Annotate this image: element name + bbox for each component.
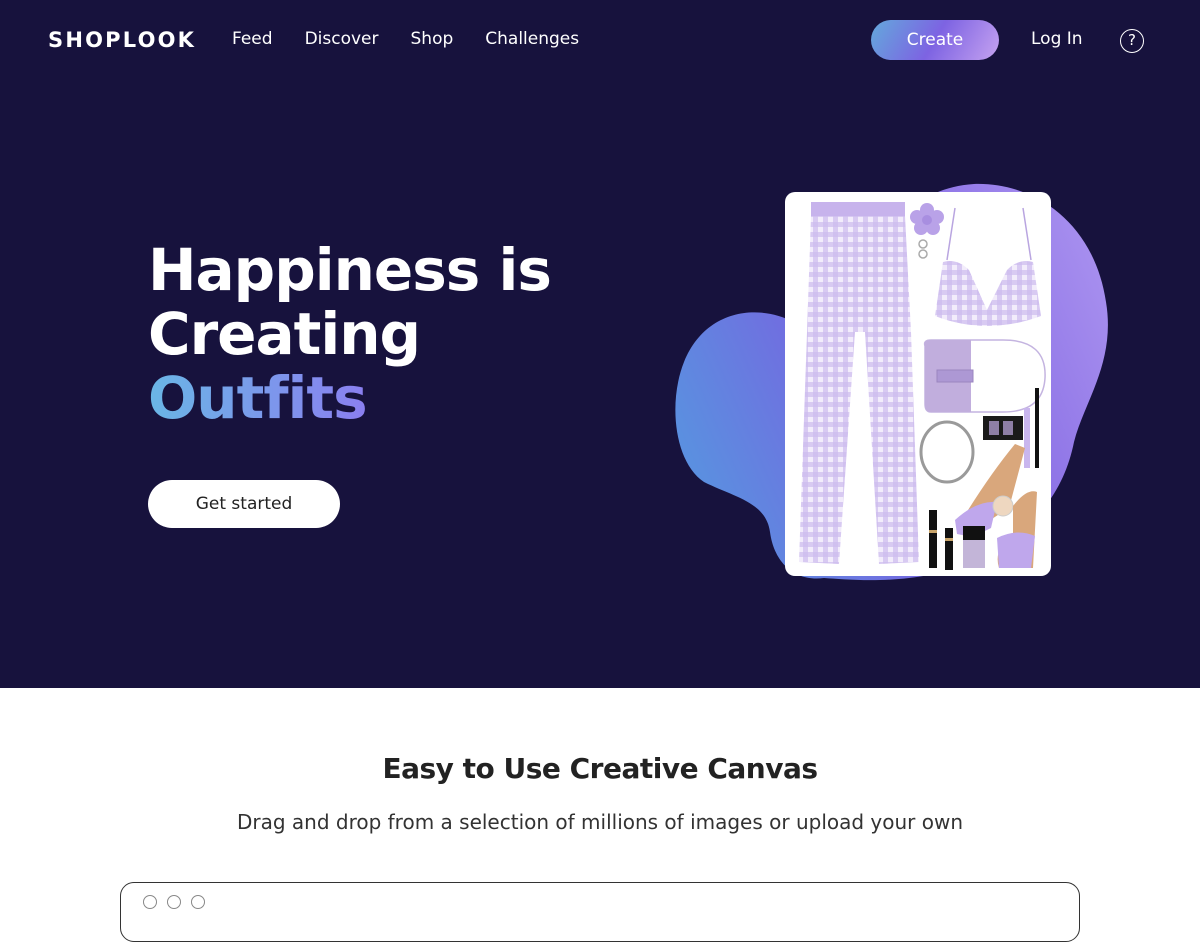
headline-accent: Outfits [148,366,551,430]
nav-link-shop[interactable]: Shop [411,29,454,49]
window-controls [143,895,205,909]
outfit-collage-image[interactable] [785,192,1051,576]
get-started-button[interactable]: Get started [148,480,340,528]
login-link[interactable]: Log In [1031,29,1083,49]
headline-line-1: Happiness is [148,236,552,304]
accessories-makeup-heels-image [919,388,1039,570]
nav-link-feed[interactable]: Feed [232,29,273,49]
create-button[interactable]: Create [871,20,999,60]
window-dot-icon [167,895,181,909]
headline-line-2: Creating [148,300,421,368]
hero-headline: Happiness is Creating Outfits [148,236,552,430]
help-icon[interactable]: ? [1120,29,1144,53]
creative-canvas-section: Easy to Use Creative Canvas Drag and dro… [0,688,1200,942]
halter-top-image [935,207,1041,326]
logo[interactable]: SHOPLOOK [48,28,196,52]
window-dot-icon [191,895,205,909]
gingham-pants-image [799,202,919,564]
hero-section: SHOPLOOK Feed Discover Shop Challenges C… [0,0,1200,688]
section-title: Easy to Use Creative Canvas [382,752,818,785]
top-nav: SHOPLOOK Feed Discover Shop Challenges C… [0,0,1200,80]
window-dot-icon [143,895,157,909]
nav-link-challenges[interactable]: Challenges [485,29,579,49]
nav-links: Feed Discover Shop Challenges [232,29,611,49]
canvas-preview-window [120,882,1080,942]
section-subtitle: Drag and drop from a selection of millio… [236,810,964,834]
nav-link-discover[interactable]: Discover [305,29,379,49]
